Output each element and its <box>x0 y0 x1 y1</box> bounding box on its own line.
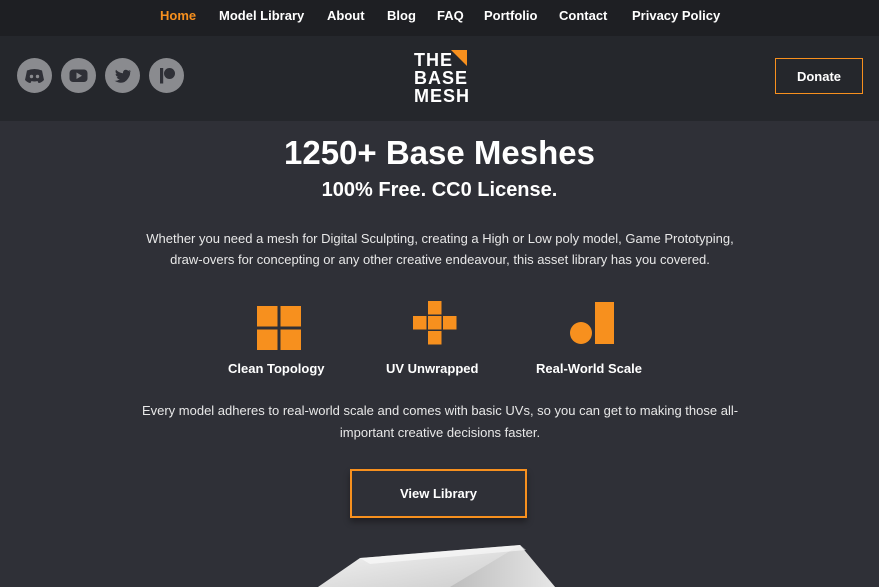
nav-faq[interactable]: FAQ <box>437 8 464 23</box>
site-logo[interactable]: THE BASE MESH <box>414 48 471 106</box>
discord-icon[interactable] <box>17 58 52 93</box>
logo-line-3: MESH <box>414 86 471 106</box>
nav-privacy-policy[interactable]: Privacy Policy <box>632 8 720 23</box>
logo-line-1: THE <box>414 50 453 70</box>
scale-icon <box>570 302 614 344</box>
logo-line-2: BASE <box>414 68 469 88</box>
feature-label-real-world-scale: Real-World Scale <box>536 361 642 376</box>
site-header: THE BASE MESH Donate <box>0 36 879 121</box>
nav-contact[interactable]: Contact <box>559 8 607 23</box>
youtube-icon[interactable] <box>61 58 96 93</box>
page-title: 1250+ Base Meshes <box>284 134 595 171</box>
description-text: Every model adheres to real-world scale … <box>141 403 739 440</box>
donate-button[interactable]: Donate <box>775 58 863 94</box>
intro-text: Whether you need a mesh for Digital Scul… <box>146 231 734 267</box>
nav-model-library[interactable]: Model Library <box>219 8 304 23</box>
nav-portfolio[interactable]: Portfolio <box>484 8 537 23</box>
grid-icon <box>257 306 301 350</box>
view-library-button[interactable]: View Library <box>350 469 527 518</box>
mesh-preview-image <box>318 545 555 587</box>
top-nav: Home Model Library About Blog FAQ Portfo… <box>0 0 879 36</box>
page-subtitle: 100% Free. CC0 License. <box>321 179 558 201</box>
nav-blog[interactable]: Blog <box>387 8 416 23</box>
nav-about[interactable]: About <box>327 8 365 23</box>
patreon-icon[interactable] <box>149 58 184 93</box>
feature-label-clean-topology: Clean Topology <box>228 361 325 376</box>
cross-icon <box>413 301 457 345</box>
twitter-icon[interactable] <box>105 58 140 93</box>
nav-home[interactable]: Home <box>160 8 196 23</box>
logo-mark-icon <box>451 50 467 66</box>
feature-label-uv-unwrapped: UV Unwrapped <box>386 361 479 376</box>
